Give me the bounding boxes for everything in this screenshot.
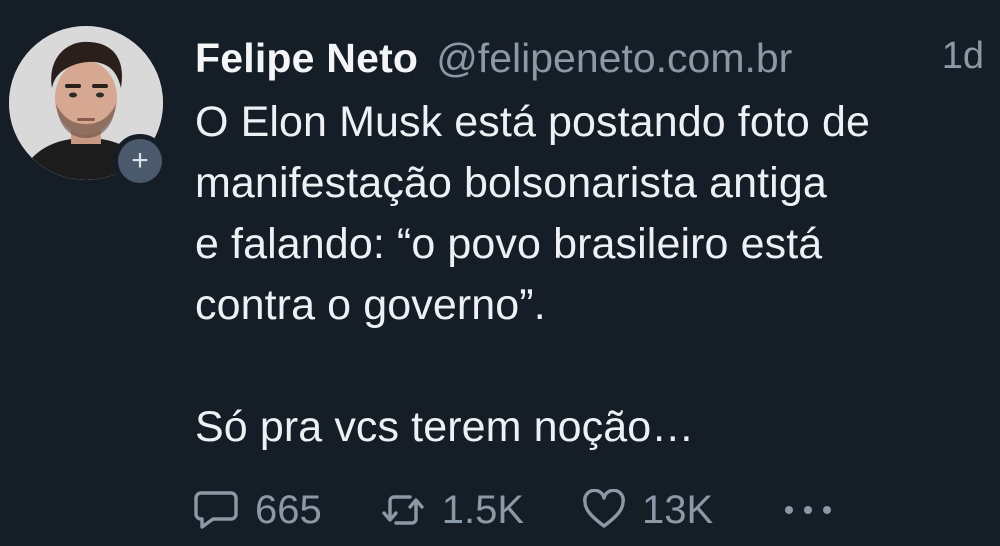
retweet-count: 1.5K	[441, 487, 525, 532]
heart-icon	[583, 489, 625, 528]
retweet-button[interactable]: 1.5K	[380, 488, 524, 533]
author-name[interactable]: Felipe Neto	[195, 35, 418, 82]
author-handle[interactable]: @felipeneto.com.br	[436, 35, 792, 82]
avatar-container[interactable]: +	[9, 26, 167, 188]
follow-button[interactable]: +	[113, 134, 167, 188]
reply-count: 665	[255, 487, 322, 532]
tweet-header: Felipe Neto @felipeneto.com.br 1d	[195, 30, 990, 86]
action-bar: 665 1.5K 13K	[193, 480, 993, 540]
retweet-icon	[382, 495, 424, 525]
tweet-timestamp[interactable]: 1d	[942, 35, 984, 78]
more-icon	[785, 506, 832, 514]
like-count: 13K	[642, 487, 714, 532]
reply-icon	[194, 491, 238, 529]
plus-icon: +	[118, 139, 162, 183]
tweet-text: O Elon Musk está postando foto de manife…	[195, 98, 870, 451]
tweet-card: + Felipe Neto @felipeneto.com.br 1d O El…	[0, 0, 1000, 546]
like-button[interactable]: 13K	[582, 488, 713, 533]
reply-button[interactable]: 665	[193, 488, 322, 533]
more-button[interactable]	[781, 500, 851, 520]
